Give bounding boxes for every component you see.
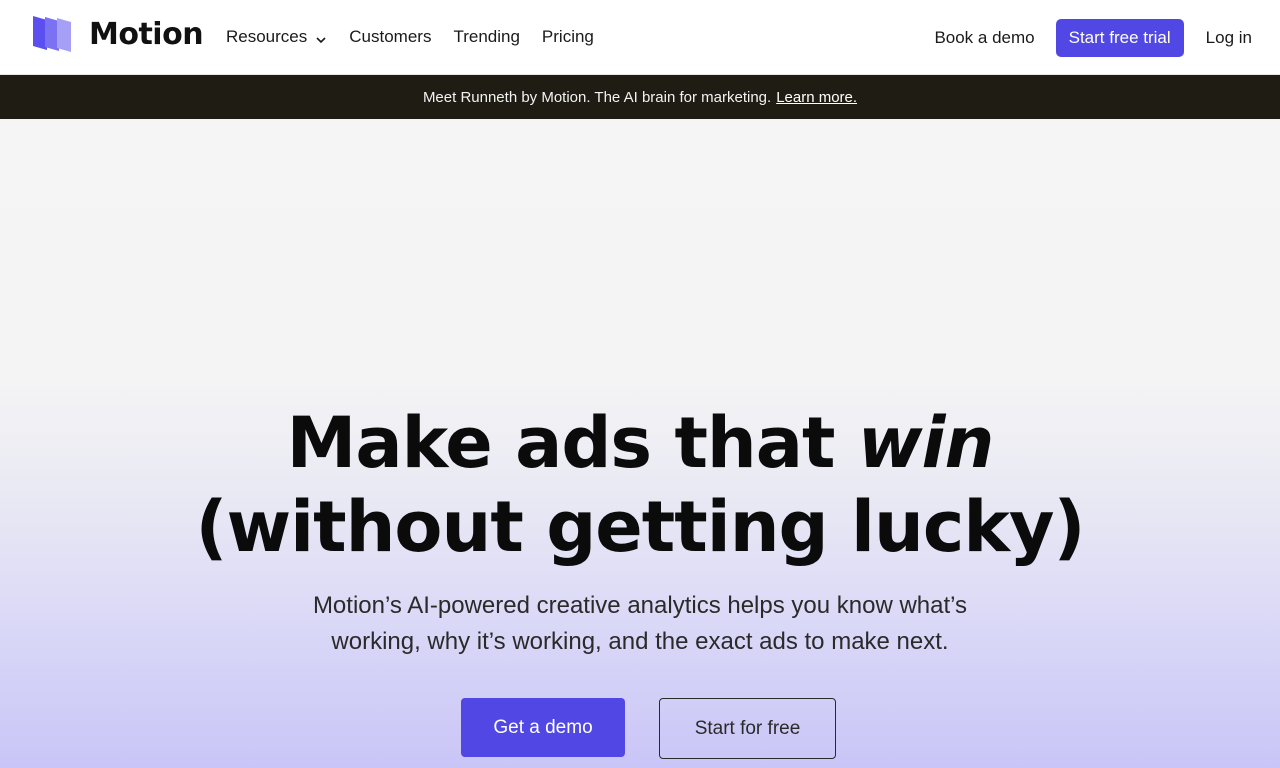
- top-navigation: Motion Resources Customers Trending Pric…: [0, 0, 1280, 75]
- book-demo-link[interactable]: Book a demo: [934, 28, 1034, 48]
- subhead-line-1: Motion’s AI-powered creative analytics h…: [312, 592, 968, 619]
- start-free-trial-button[interactable]: Start free trial: [1055, 19, 1184, 57]
- headline-line-1: Make ads that win: [286, 402, 995, 484]
- learn-more-link[interactable]: Learn more.: [776, 89, 857, 106]
- brand-name: Motion: [89, 16, 204, 52]
- get-a-demo-button[interactable]: Get a demo: [461, 698, 625, 757]
- headline-emphasis: win: [857, 402, 994, 484]
- hero-subheading: Motion’s AI-powered creative analytics h…: [0, 588, 1280, 660]
- hero-headline: Make ads that win (without getting lucky…: [0, 401, 1280, 569]
- start-for-free-button[interactable]: Start for free: [659, 698, 836, 759]
- banner-text: Meet Runneth by Motion. The AI brain for…: [422, 88, 772, 106]
- nav-item-customers[interactable]: Customers: [349, 27, 431, 47]
- log-in-link[interactable]: Log in: [1206, 28, 1252, 48]
- nav-item-label: Resources: [226, 27, 308, 46]
- announcement-banner: Meet Runneth by Motion. The AI brain for…: [0, 75, 1280, 119]
- nav-item-resources[interactable]: Resources: [226, 27, 327, 47]
- nav-item-trending[interactable]: Trending: [453, 27, 519, 47]
- subhead-line-2: working, why it’s working, and the exact…: [331, 628, 949, 655]
- hero-section: Make ads that win (without getting lucky…: [0, 119, 1280, 768]
- main-menu: Resources Customers Trending Pricing: [226, 27, 616, 47]
- logo-link[interactable]: Motion: [33, 14, 204, 54]
- nav-actions: Book a demo Start free trial Log in: [934, 19, 1252, 57]
- headline-line-2: (without getting lucky): [195, 486, 1085, 568]
- hero-cta-group: Get a demo Start for free: [0, 698, 1280, 759]
- stacked-pages-logo-icon: [33, 14, 79, 54]
- nav-item-pricing[interactable]: Pricing: [542, 27, 594, 47]
- chevron-down-icon: [315, 31, 327, 44]
